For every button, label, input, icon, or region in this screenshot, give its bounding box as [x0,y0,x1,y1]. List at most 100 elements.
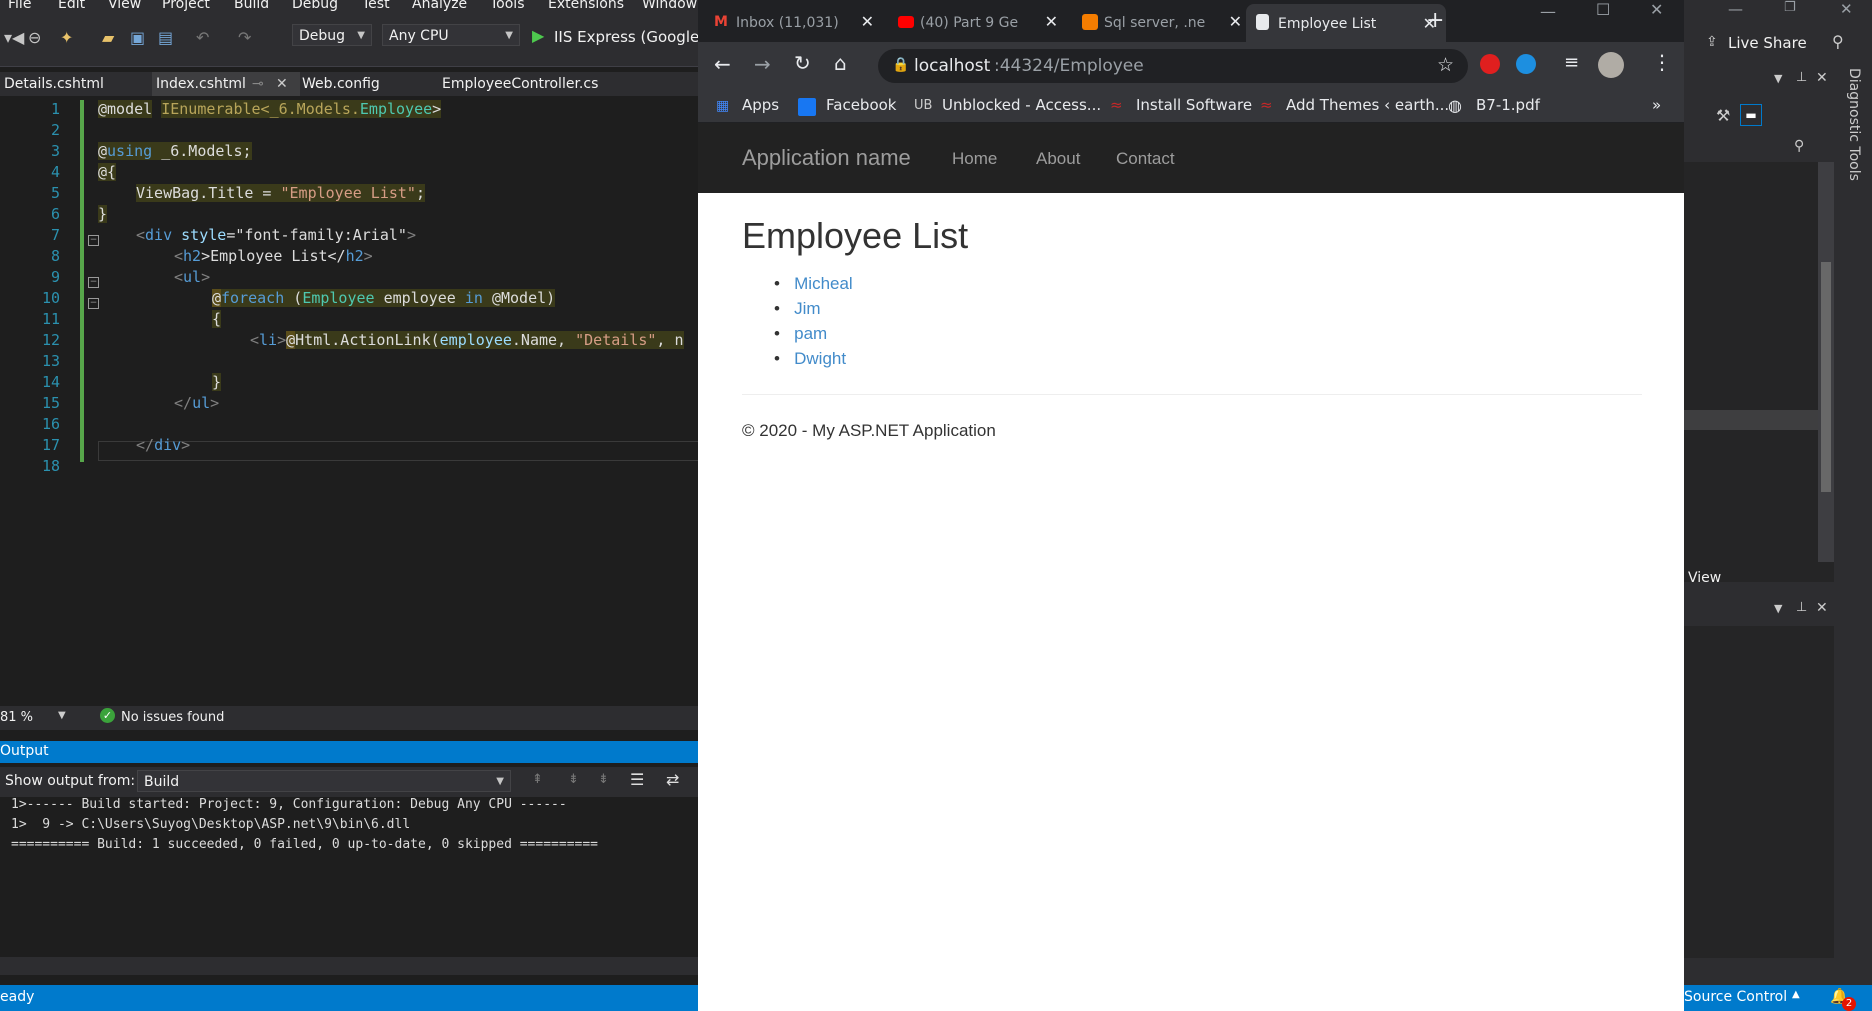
vertical-scrollbar[interactable] [1818,162,1834,562]
tab-youtube[interactable]: (40) Part 9 Ge ✕ [888,6,1068,38]
save-all-icon[interactable]: ▤ [158,28,173,47]
word-wrap-icon[interactable]: ⇄ [666,770,679,789]
menu-build[interactable]: Build [234,0,269,12]
new-project-icon[interactable]: ✦ [60,28,73,47]
menu-edit[interactable]: Edit [58,0,85,12]
menu-extensions[interactable]: Extensions [548,0,624,12]
redo-icon[interactable]: ↷ [238,28,251,47]
diagnostic-tools-tab[interactable]: Diagnostic Tools [1846,68,1862,181]
open-folder-icon[interactable]: ▰ [102,28,114,47]
menu-file[interactable]: File [8,0,31,12]
nav-contact[interactable]: Contact [1116,149,1175,169]
save-icon[interactable]: ▣ [130,28,145,47]
reload-icon[interactable]: ↻ [794,51,811,75]
more-menu-icon[interactable]: ⋮ [1652,50,1672,74]
output-text[interactable]: 1>------ Build started: Project: 9, Conf… [0,797,700,957]
clear-all-icon[interactable]: ☰ [630,770,644,789]
bookmark-apps[interactable]: Apps [742,96,779,114]
minimize-icon[interactable]: — [1540,2,1556,21]
nav-about[interactable]: About [1036,149,1080,169]
close-icon[interactable]: ✕ [1045,12,1058,31]
close-icon[interactable]: ✕ [861,12,874,31]
star-icon[interactable]: ☆ [1437,54,1454,76]
pin-icon[interactable]: ⊥ [1796,600,1807,615]
menu-tools[interactable]: Tools [490,0,525,12]
home-icon[interactable]: ⌂ [834,51,847,75]
chevron-down-icon[interactable]: ▼ [58,710,66,721]
pin-icon[interactable]: ⊥ [1796,70,1807,85]
employee-link[interactable]: Micheal [794,274,853,293]
site-brand[interactable]: Application name [742,145,911,171]
tab-employee-list[interactable]: Employee List ✕ [1246,4,1446,42]
tab-index-cshtml[interactable]: Index.cshtml ⊸ ✕ [152,72,300,96]
fold-toggle[interactable]: − [88,277,99,288]
bookmark-pdf[interactable]: B7-1.pdf [1476,96,1540,114]
run-icon[interactable]: ▶ [532,26,544,45]
window-close-icon[interactable]: ✕ [1650,0,1663,19]
restore-icon[interactable]: ❐ [1784,0,1796,15]
goto-next-icon[interactable]: ⇟ [568,772,579,787]
menu-view[interactable]: View [108,0,141,12]
wrench-icon[interactable]: ⚒ [1716,106,1730,125]
new-tab-icon[interactable]: + [1426,8,1444,33]
source-control-button[interactable]: Source Control [1684,989,1787,1005]
platform-dropdown[interactable]: Any CPU ▼ [382,24,520,46]
media-control-icon[interactable]: ≡ [1564,52,1579,73]
pin-icon[interactable]: ⊸ [252,72,264,96]
menu-test[interactable]: Test [362,0,390,12]
back-nav-icon[interactable]: ▾◀ [4,28,24,47]
back-icon[interactable]: ← [714,52,731,76]
bookmarks-overflow[interactable]: » [1652,96,1661,114]
window-close-icon[interactable]: ✕ [1840,0,1853,18]
fold-toggle[interactable]: − [88,235,99,246]
close-icon[interactable]: ✕ [276,72,288,96]
issues-status[interactable]: No issues found [121,710,224,725]
output-source-dropdown[interactable]: Build ▼ [137,770,511,792]
menu-project[interactable]: Project [162,0,210,12]
tab-web-config[interactable]: Web.config [298,72,384,96]
bookmark-add-themes[interactable]: Add Themes ‹ earth... [1286,96,1449,114]
menu-window[interactable]: Window [642,0,697,12]
avatar[interactable] [1598,52,1624,78]
chevron-down-icon[interactable]: ▼ [1774,72,1782,85]
tab-blogger[interactable]: Sql server, .ne ✕ [1072,6,1252,38]
undo-icon[interactable]: ↶ [196,28,209,47]
extension-icon[interactable] [1480,54,1500,74]
config-dropdown[interactable]: Debug ▼ [292,24,372,46]
employee-link[interactable]: pam [794,324,827,343]
extension-icon[interactable] [1516,54,1536,74]
properties-icon[interactable]: ▬ [1740,104,1762,126]
address-bar[interactable]: 🔒 localhost :44324/Employee ☆ [878,49,1468,83]
nav-home[interactable]: Home [952,149,997,169]
fold-toggle[interactable]: − [88,298,99,309]
live-share-button[interactable]: Live Share [1728,34,1807,52]
find-icon[interactable]: ⇟ [598,772,609,787]
close-icon[interactable]: ✕ [1816,70,1828,86]
employee-link[interactable]: Jim [794,299,820,318]
horizontal-scrollbar[interactable] [0,957,700,975]
scrollbar-thumb[interactable] [1821,262,1831,492]
minimize-icon[interactable]: — [1728,0,1743,18]
forward-nav-icon[interactable]: ⊖ [28,28,41,47]
menu-analyze[interactable]: Analyze [412,0,467,12]
bookmark-install-software[interactable]: Install Software [1136,96,1252,114]
feedback-icon[interactable]: ⚲ [1832,32,1844,51]
bookmark-facebook[interactable]: Facebook [826,96,896,114]
employee-link[interactable]: Dwight [794,349,846,368]
tab-details-cshtml[interactable]: Details.cshtml [0,72,108,96]
bookmark-unblocked[interactable]: Unblocked - Access... [942,96,1101,114]
chevron-down-icon[interactable]: ▼ [1774,602,1782,615]
search-icon[interactable]: ⚲ [1794,138,1804,154]
close-icon[interactable]: ✕ [1816,600,1828,616]
code-editor[interactable]: 1 2 3 4 5 6 7 8 9 10 11 12 13 14 15 16 1… [0,96,700,706]
goto-previous-icon[interactable]: ⇞ [532,772,543,787]
forward-icon[interactable]: → [754,52,771,76]
maximize-icon[interactable]: ☐ [1596,0,1610,19]
chevron-up-icon[interactable]: ▲ [1792,989,1800,1000]
menu-debug[interactable]: Debug [292,0,338,12]
tab-gmail[interactable]: M Inbox (11,031) ✕ [704,6,884,38]
tab-employee-controller[interactable]: EmployeeController.cs [438,72,602,96]
close-icon[interactable]: ✕ [1229,12,1242,31]
zoom-level[interactable]: 81 % [0,710,33,725]
properties-panel [1684,162,1834,582]
